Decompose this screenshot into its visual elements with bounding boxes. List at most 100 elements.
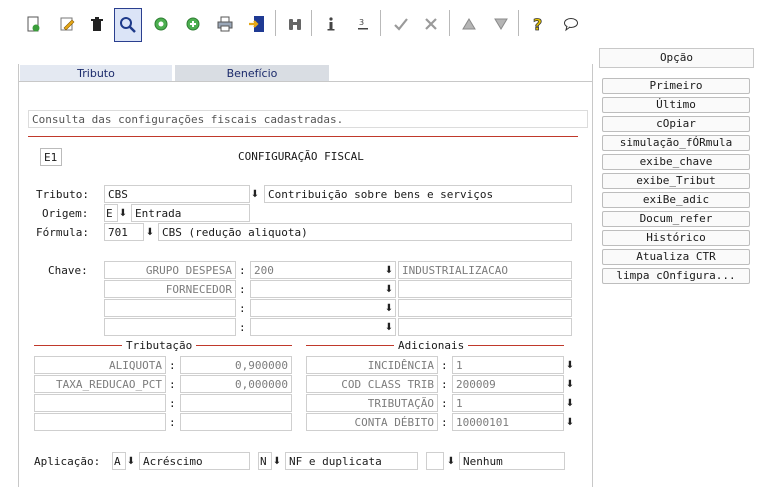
record-circle-icon[interactable] — [148, 8, 174, 40]
chave-value[interactable] — [250, 318, 396, 336]
new-document-icon[interactable] — [20, 8, 46, 40]
documento-code-field[interactable]: N — [258, 452, 272, 470]
primeiro-button[interactable]: Primeiro — [602, 78, 750, 94]
confirm-check-icon[interactable] — [388, 8, 414, 40]
extra-desc-field: Nenhum — [459, 452, 565, 470]
aplicacao-code-field[interactable]: A — [112, 452, 126, 470]
down-triangle-icon[interactable] — [488, 8, 514, 40]
edit-pencil-icon[interactable] — [54, 8, 80, 40]
chave-value[interactable] — [250, 280, 396, 298]
adicionais-key: TRIBUTAÇÃO — [306, 394, 438, 412]
formula-code-field[interactable]: 701 — [104, 223, 144, 241]
tab-beneficio[interactable]: Benefício — [175, 65, 329, 81]
dropdown-arrow-icon[interactable]: ⬇ — [383, 280, 395, 298]
svg-text:3: 3 — [359, 18, 364, 27]
dropdown-arrow-icon[interactable]: ⬇ — [125, 452, 137, 470]
origem-label: Origem: — [42, 207, 89, 220]
search-magnifier-icon[interactable] — [114, 8, 142, 42]
docum-refer-button[interactable]: Docum_refer — [602, 211, 750, 227]
tributacao-key: ALIQUOTA — [34, 356, 166, 374]
chave-desc: INDUSTRIALIZACAO — [398, 261, 572, 279]
chave-value[interactable]: 200 — [250, 261, 396, 279]
tab-tributo-label: Tributo — [77, 66, 115, 80]
chave-label: Chave: — [48, 264, 88, 277]
chave-desc — [398, 280, 572, 298]
ultimo-button[interactable]: Último — [602, 97, 750, 113]
description-text: Consulta das configurações fiscais cadas… — [28, 110, 588, 128]
limpa-configura-button[interactable]: limpa cOnfigura... — [602, 268, 750, 284]
aplicacao-label: Aplicação: — [34, 455, 101, 468]
tributacao-key: TAXA_REDUCAO_PCT — [34, 375, 166, 393]
extra-code-field[interactable] — [426, 452, 444, 470]
atualiza-ctr-button[interactable]: Atualiza CTR — [602, 249, 750, 265]
origem-desc-field: Entrada — [131, 204, 250, 222]
tributacao-value — [180, 394, 292, 412]
formula-desc-field: CBS (redução aliquota) — [158, 223, 572, 241]
dropdown-arrow-icon[interactable]: ⬇ — [383, 261, 395, 279]
help-question-icon[interactable]: ? — [526, 8, 552, 40]
tab-beneficio-label: Benefício — [226, 66, 278, 80]
config-code: E1 — [40, 148, 62, 166]
dropdown-arrow-icon[interactable]: ⬇ — [383, 318, 395, 336]
dropdown-arrow-icon[interactable]: ⬇ — [271, 452, 283, 470]
chave-key — [104, 299, 236, 317]
page-title: CONFIGURAÇÃO FISCAL — [238, 150, 364, 163]
dropdown-arrow-icon[interactable]: ⬇ — [117, 204, 129, 222]
formula-label: Fórmula: — [36, 226, 89, 239]
chave-value[interactable] — [250, 299, 396, 317]
adicionais-value[interactable]: 1 — [452, 356, 564, 374]
copiar-button[interactable]: cOpiar — [602, 116, 750, 132]
tributo-label: Tributo: — [36, 188, 89, 201]
adicionais-key: INCIDÊNCIA — [306, 356, 438, 374]
adicionais-value[interactable]: 1 — [452, 394, 564, 412]
chave-desc — [398, 299, 572, 317]
tributo-desc-field: Contribuição sobre bens e serviços — [264, 185, 572, 203]
adicionais-value[interactable]: 200009 — [452, 375, 564, 393]
section-divider — [28, 136, 578, 137]
adicionais-value[interactable]: 10000101 — [452, 413, 564, 431]
dropdown-arrow-icon[interactable]: ⬇ — [564, 394, 576, 412]
chave-key: GRUPO DESPESA — [104, 261, 236, 279]
dropdown-arrow-icon[interactable]: ⬇ — [144, 223, 156, 241]
dropdown-arrow-icon[interactable]: ⬇ — [564, 356, 576, 374]
simulacao-formula-button[interactable]: simulação_fÓRmula — [602, 135, 750, 151]
dropdown-arrow-icon[interactable]: ⬇ — [564, 413, 576, 431]
info-icon[interactable] — [318, 8, 344, 40]
binoculars-icon[interactable] — [282, 8, 308, 40]
delete-trash-icon[interactable] — [84, 8, 110, 40]
exibe-adic-button[interactable]: exiBe_adic — [602, 192, 750, 208]
chave-desc — [398, 318, 572, 336]
add-circle-icon[interactable] — [180, 8, 206, 40]
print-icon[interactable] — [212, 8, 238, 40]
tributacao-value — [180, 413, 292, 431]
cancel-tools-icon[interactable] — [418, 8, 444, 40]
sort-icon[interactable]: 3 — [350, 8, 376, 40]
dropdown-arrow-icon[interactable]: ⬇ — [564, 375, 576, 393]
adicionais-title: Adicionais — [394, 339, 469, 352]
tributacao-key — [34, 413, 166, 431]
aplicacao-desc-field: Acréscimo — [139, 452, 250, 470]
dropdown-arrow-icon[interactable]: ⬇ — [383, 299, 395, 317]
exibe-chave-button[interactable]: exibe_chave — [602, 154, 750, 170]
chave-key: FORNECEDOR — [104, 280, 236, 298]
tributacao-value: 0,900000 — [180, 356, 292, 374]
svg-text:?: ? — [533, 15, 542, 33]
chat-bubble-icon[interactable] — [558, 8, 584, 40]
tributacao-key — [34, 394, 166, 412]
options-title: Opção — [599, 48, 754, 68]
tab-tributo[interactable]: Tributo — [20, 65, 172, 81]
up-triangle-icon[interactable] — [456, 8, 482, 40]
chave-key — [104, 318, 236, 336]
adicionais-key: CONTA DÉBITO — [306, 413, 438, 431]
tributo-code-field[interactable]: CBS — [104, 185, 250, 203]
tributacao-title: Tributação — [122, 339, 197, 352]
exibe-tribut-button[interactable]: exibe_Tribut — [602, 173, 750, 189]
origem-code-field[interactable]: E — [104, 204, 118, 222]
adicionais-key: COD CLASS TRIB — [306, 375, 438, 393]
dropdown-arrow-icon[interactable]: ⬇ — [445, 452, 457, 470]
documento-desc-field: NF e duplicata — [285, 452, 418, 470]
tributacao-value: 0,000000 — [180, 375, 292, 393]
historico-button[interactable]: Histórico — [602, 230, 750, 246]
export-door-icon[interactable] — [244, 8, 270, 40]
dropdown-arrow-icon[interactable]: ⬇ — [249, 185, 261, 203]
